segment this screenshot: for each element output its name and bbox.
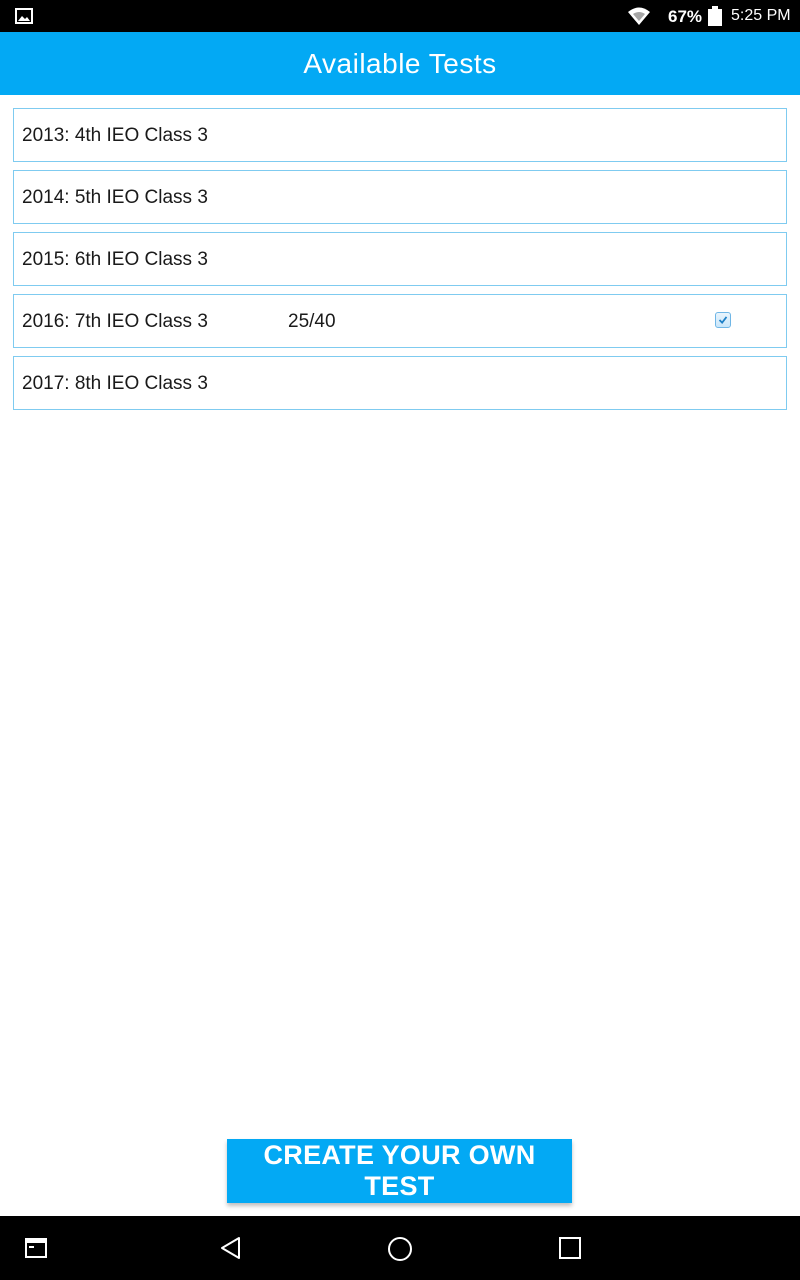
test-score: 25/40 (288, 311, 336, 332)
battery-icon (708, 6, 722, 26)
home-icon[interactable] (387, 1236, 413, 1262)
create-your-own-test-button[interactable]: CREATE YOUR OWN TEST (227, 1139, 572, 1203)
image-icon (15, 8, 33, 24)
test-name: 2015: 6th IEO Class 3 (22, 249, 208, 270)
status-time: 5:25 PM (731, 7, 791, 24)
test-name: 2017: 8th IEO Class 3 (22, 373, 208, 394)
test-item-2016[interactable]: 2016: 7th IEO Class 3 25/40 (13, 294, 787, 348)
test-item-2017[interactable]: 2017: 8th IEO Class 3 (13, 356, 787, 410)
completed-checkbox-icon[interactable] (715, 312, 731, 328)
test-item-2014[interactable]: 2014: 5th IEO Class 3 (13, 170, 787, 224)
test-name: 2013: 4th IEO Class 3 (22, 125, 208, 146)
app-bar: Available Tests (0, 32, 800, 95)
back-icon[interactable] (219, 1236, 243, 1260)
test-list: 2013: 4th IEO Class 3 2014: 5th IEO Clas… (13, 108, 787, 418)
wifi-icon (628, 7, 650, 25)
nav-bar (0, 1216, 800, 1280)
status-bar: 67% 5:25 PM (0, 0, 800, 32)
battery-percent: 67% (668, 7, 703, 26)
overview-icon[interactable] (559, 1237, 581, 1259)
page-title: Available Tests (303, 47, 497, 79)
test-item-2015[interactable]: 2015: 6th IEO Class 3 (13, 232, 787, 286)
test-name: 2016: 7th IEO Class 3 (22, 311, 208, 332)
recent-apps-icon[interactable] (25, 1238, 47, 1258)
test-name: 2014: 5th IEO Class 3 (22, 187, 208, 208)
test-item-2013[interactable]: 2013: 4th IEO Class 3 (13, 108, 787, 162)
